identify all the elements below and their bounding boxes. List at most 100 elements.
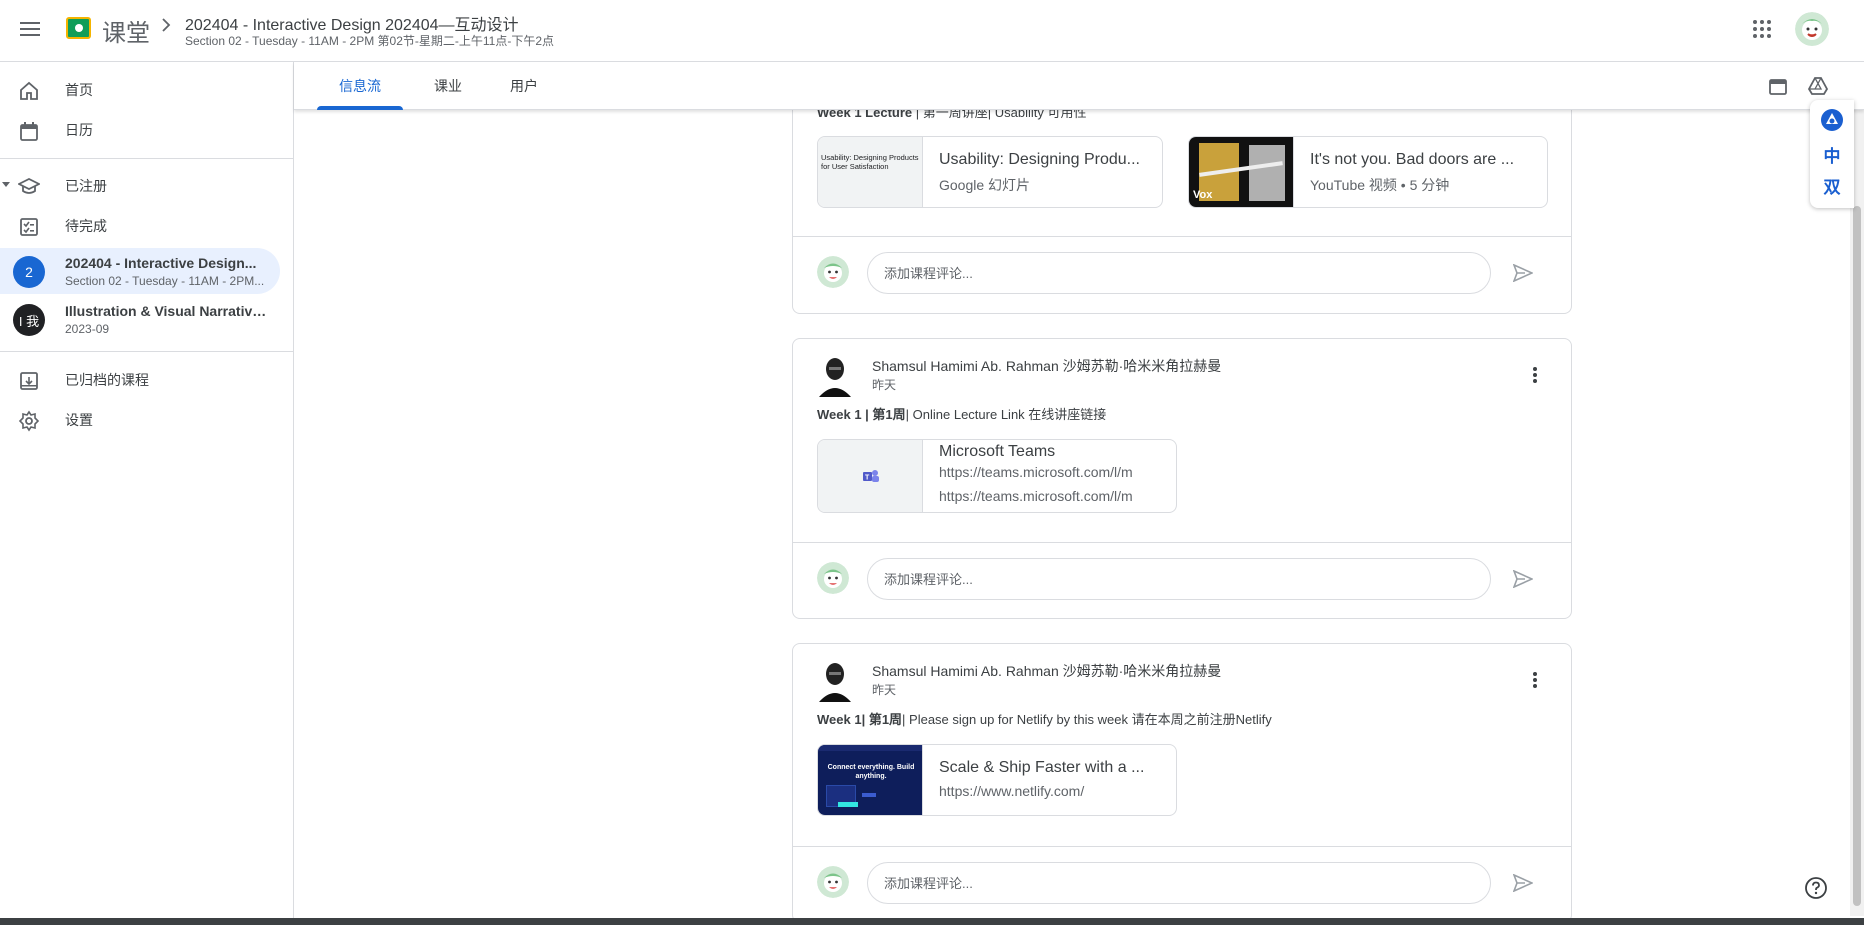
video-thumbnail: Vox <box>1189 137 1294 207</box>
post-options-button[interactable] <box>1523 668 1547 692</box>
sidebar-item-calendar[interactable]: 日历 <box>0 110 280 150</box>
comment-row <box>793 542 1571 620</box>
teams-icon: T <box>863 470 879 482</box>
attachment-title: It's not you. Bad doors are ... <box>1310 151 1515 168</box>
sidebar-item-label: 已归档的课程 <box>65 372 149 388</box>
post-time: 昨天 <box>872 378 897 392</box>
page-scrollbar[interactable] <box>1850 110 1864 916</box>
sidebar-item-label: 设置 <box>65 412 93 428</box>
post-text: Week 1| 第1周| Please sign up for Netlify … <box>817 712 1272 727</box>
attachment-link-teams[interactable]: T Microsoft Teams https://teams.microsof… <box>817 439 1177 513</box>
send-icon <box>1513 874 1533 892</box>
attachment-title: Scale & Ship Faster with a ... <box>939 759 1145 776</box>
sidebar: 首页 日历 已注册 待完成 2 202404 - Interactive Des… <box>0 62 294 925</box>
attachment-link-netlify[interactable]: Connect everything. Build anything. Scal… <box>817 744 1177 816</box>
attachment-youtube[interactable]: Vox It's not you. Bad doors are ... YouT… <box>1188 136 1548 208</box>
calendar-icon <box>1769 79 1787 95</box>
sidebar-course-illustration[interactable]: I 我 Illustration & Visual Narrative... 2… <box>0 296 280 342</box>
tab-stream[interactable]: 信息流 <box>317 62 403 110</box>
attachment-url: https://teams.microsoft.com/l/m <box>939 488 1133 504</box>
attachment-url: https://www.netlify.com/ <box>939 783 1085 799</box>
course-subtitle: Section 02 - Tuesday - 11AM - 2PM 第02节-星… <box>185 34 554 48</box>
tab-classwork[interactable]: 课业 <box>416 62 480 110</box>
sidebar-item-enrolled[interactable]: 已注册 <box>0 166 280 206</box>
graduation-cap-icon <box>18 177 40 194</box>
user-avatar <box>817 562 849 594</box>
sidebar-item-label: 日历 <box>65 122 93 138</box>
comment-input[interactable] <box>867 252 1491 294</box>
send-comment-button[interactable] <box>1511 871 1535 895</box>
calendar-icon <box>20 122 38 141</box>
author-name[interactable]: Shamsul Hamimi Ab. Rahman 沙姆苏勒·哈米米角拉赫曼 <box>872 661 1221 681</box>
scrollbar-thumb[interactable] <box>1853 206 1861 906</box>
more-vertical-icon <box>1533 367 1537 383</box>
send-comment-button[interactable] <box>1511 567 1535 591</box>
sidebar-item-label: 已注册 <box>65 178 107 194</box>
slides-thumbnail: Usability: Designing Products for User S… <box>818 137 923 207</box>
post-options-button[interactable] <box>1523 363 1547 387</box>
checklist-icon <box>20 218 38 236</box>
account-avatar[interactable] <box>1795 12 1829 46</box>
gear-icon <box>18 410 40 432</box>
menu-icon <box>20 22 40 36</box>
sidebar-item-label: 首页 <box>65 82 93 98</box>
sidebar-item-todo[interactable]: 待完成 <box>0 206 280 246</box>
sidebar-item-label: 待完成 <box>65 218 107 234</box>
sidebar-course-interactive-design[interactable]: 2 202404 - Interactive Design... Section… <box>0 248 280 294</box>
main-menu-button[interactable] <box>12 11 48 47</box>
sidebar-item-archived[interactable]: 已归档的课程 <box>0 360 280 400</box>
author-avatar[interactable] <box>817 353 853 397</box>
link-thumbnail: T <box>818 440 923 512</box>
author-name[interactable]: Shamsul Hamimi Ab. Rahman 沙姆苏勒·哈米米角拉赫曼 <box>872 356 1221 376</box>
tab-people[interactable]: 用户 <box>492 62 556 110</box>
window-bottom-edge <box>0 918 1864 925</box>
send-icon <box>1513 264 1533 282</box>
course-tabs-bar: 信息流 课业 用户 <box>294 62 1864 110</box>
google-drive-icon <box>1808 77 1828 95</box>
user-avatar <box>817 866 849 898</box>
home-icon <box>20 81 38 100</box>
apps-grid-icon <box>1753 20 1771 38</box>
chevron-right-icon <box>160 18 172 37</box>
translate-dual-button[interactable]: 双 <box>1810 173 1854 198</box>
sidebar-divider <box>0 158 294 159</box>
translate-logo-icon[interactable] <box>1821 109 1843 131</box>
attachment-title: Microsoft Teams <box>939 443 1056 460</box>
attachment-title: Usability: Designing Produ... <box>939 151 1140 168</box>
comment-input[interactable] <box>867 862 1491 904</box>
course-name: Illustration & Visual Narrative... <box>65 303 270 319</box>
svg-text:T: T <box>865 475 870 482</box>
classroom-logo-icon[interactable] <box>66 17 91 39</box>
course-name: 202404 - Interactive Design... <box>65 255 257 271</box>
post-time: 昨天 <box>872 683 897 697</box>
attachment-slides[interactable]: Usability: Designing Products for User S… <box>817 136 1163 208</box>
course-section: 2023-09 <box>65 322 110 336</box>
brand-name[interactable]: 课堂 <box>102 13 150 48</box>
drive-folder-button[interactable] <box>1806 74 1830 98</box>
send-comment-button[interactable] <box>1511 261 1535 285</box>
author-avatar[interactable] <box>817 658 853 702</box>
post-text: Week 1 | 第1周| Online Lecture Link 在线讲座链接 <box>817 407 1107 422</box>
user-avatar <box>817 256 849 288</box>
expand-caret-icon[interactable] <box>2 182 10 187</box>
comment-input[interactable] <box>867 558 1491 600</box>
course-badge: I 我 <box>13 304 45 336</box>
sidebar-divider <box>0 351 294 352</box>
comment-row <box>793 236 1571 314</box>
sidebar-item-settings[interactable]: 设置 <box>0 400 280 440</box>
translate-zh-button[interactable]: 中 <box>1810 142 1854 167</box>
stream-post-card: Shamsul Hamimi Ab. Rahman 沙姆苏勒·哈米米角拉赫曼 昨… <box>792 643 1572 923</box>
attachment-type: YouTube 视频 • 5 分钟 <box>1310 177 1450 193</box>
calendar-button[interactable] <box>1766 74 1790 98</box>
google-apps-button[interactable] <box>1744 11 1780 47</box>
link-thumbnail: Connect everything. Build anything. <box>818 745 923 815</box>
comment-row <box>793 846 1571 924</box>
stream-post-card: Shamsul Hamimi Ab. Rahman 沙姆苏勒·哈米米角拉赫曼 昨… <box>792 338 1572 619</box>
attachment-type: Google 幻灯片 <box>939 177 1031 193</box>
sidebar-item-home[interactable]: 首页 <box>0 70 280 110</box>
archive-icon <box>20 372 38 390</box>
send-icon <box>1513 570 1533 588</box>
help-icon[interactable] <box>1804 876 1828 900</box>
more-vertical-icon <box>1533 672 1537 688</box>
attachment-url: https://teams.microsoft.com/l/m <box>939 464 1133 480</box>
